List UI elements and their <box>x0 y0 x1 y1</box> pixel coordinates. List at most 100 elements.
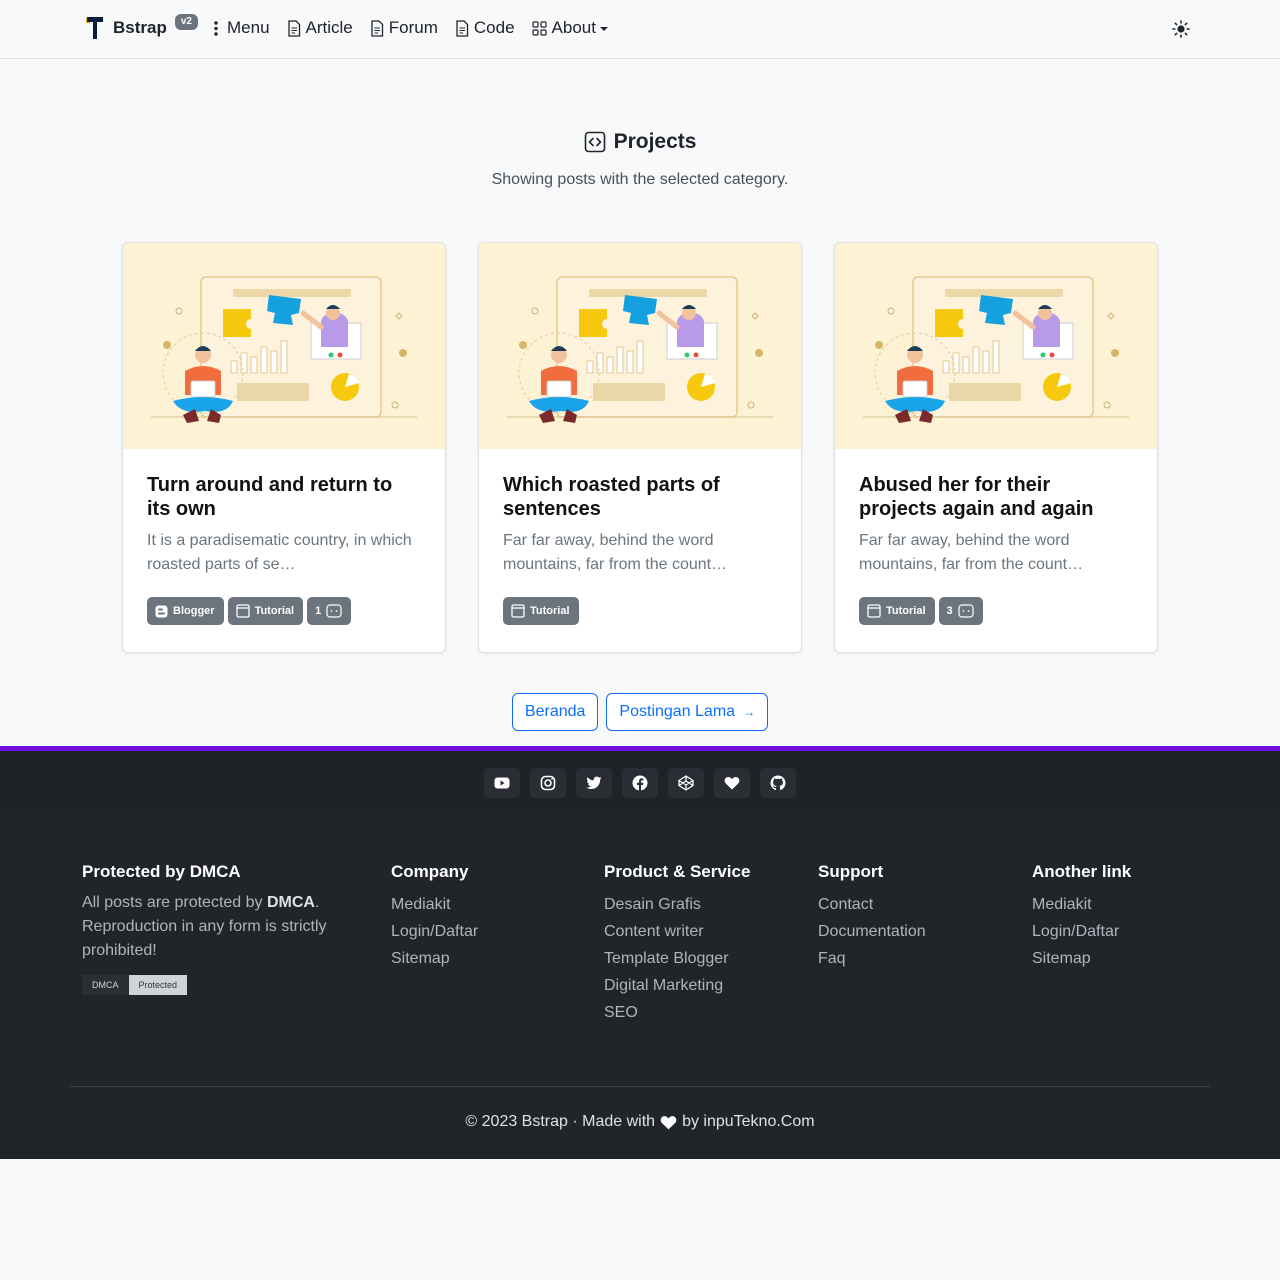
footer-link[interactable]: Mediakit <box>391 891 478 918</box>
nav-item-label: About <box>551 18 596 37</box>
footer-link[interactable]: Digital Marketing <box>604 972 750 999</box>
nav-item-article[interactable]: Article <box>287 18 353 38</box>
instagram-link[interactable] <box>530 767 566 798</box>
post-tags: Blogger Tutorial 1 <box>147 597 352 625</box>
document-icon <box>371 19 383 37</box>
social-links <box>0 751 1280 814</box>
comment-count-badge[interactable]: 1 <box>307 597 352 625</box>
window-icon <box>235 604 250 618</box>
footer-company: Company Mediakit Login/Daftar Sitemap <box>391 862 478 972</box>
dmca-badge[interactable]: DMCA Protected <box>82 975 352 995</box>
section-header: Projects Showing posts with the selected… <box>0 130 1280 189</box>
tag-label: Tutorial <box>254 605 295 617</box>
nav-item-label: Menu <box>227 18 270 37</box>
comment-count: 1 <box>315 605 322 617</box>
copyright-left: © 2023 Bstrap · Made with <box>465 1113 656 1130</box>
blogger-icon <box>155 605 168 617</box>
instagram-icon <box>540 775 556 790</box>
post-excerpt: Far far away, behind the word mountains,… <box>859 532 1084 573</box>
footer-link[interactable]: Faq <box>818 945 926 972</box>
tag-badge[interactable]: Tutorial <box>859 597 935 625</box>
page-title-text: Projects <box>613 130 697 153</box>
post-card[interactable]: Which roasted parts of sentences Far far… <box>478 242 802 653</box>
copyright: © 2023 Bstrap · Made with by inpuTekno.C… <box>0 1113 1280 1131</box>
footer-link[interactable]: Mediakit <box>1032 891 1131 918</box>
post-card[interactable]: Turn around and return to its own It is … <box>122 242 446 653</box>
footer-divider <box>70 1086 1210 1087</box>
window-icon <box>867 604 881 618</box>
post-tags: Tutorial <box>503 597 579 625</box>
footer-link[interactable]: Template Blogger <box>604 945 750 972</box>
post-illustration <box>835 243 1158 449</box>
copyright-right[interactable]: by inpuTekno.Com <box>682 1113 815 1131</box>
codepen-link[interactable] <box>668 767 704 798</box>
main-nav: Menu Article Forum Code About <box>210 18 625 38</box>
theme-toggle-button[interactable] <box>1172 20 1190 43</box>
older-posts-label: Postingan Lama <box>619 703 736 720</box>
dots-vertical-icon <box>214 21 218 36</box>
home-button-label: Beranda <box>524 703 586 720</box>
github-link[interactable] <box>760 767 796 798</box>
post-thumbnail[interactable] <box>123 243 445 449</box>
footer-heading: Product & Service <box>604 862 751 881</box>
nav-item-menu[interactable]: Menu <box>210 18 270 38</box>
footer-link[interactable]: Login/Daftar <box>391 918 478 945</box>
post-illustration <box>123 243 446 449</box>
footer-link[interactable]: Documentation <box>818 918 926 945</box>
footer-support: Support Contact Documentation Faq <box>818 862 926 972</box>
caret-down-icon <box>599 27 608 31</box>
sun-icon <box>1172 20 1190 38</box>
dmca-text: All posts are protected by DMCA. Reprodu… <box>82 891 352 963</box>
dmca-text-before: All posts are protected by <box>82 894 267 911</box>
page-subtitle: Showing posts with the selected category… <box>491 171 789 188</box>
brand[interactable]: Bstrap v2 <box>86 14 198 40</box>
footer-link[interactable]: Desain Grafis <box>604 891 750 918</box>
twitter-link[interactable] <box>576 767 612 798</box>
footer-link[interactable]: Login/Daftar <box>1032 918 1131 945</box>
tag-badge[interactable]: Blogger <box>147 597 224 625</box>
post-title[interactable]: Turn around and return to its own <box>147 473 421 521</box>
footer-link[interactable]: Sitemap <box>391 945 478 972</box>
version-badge: v2 <box>174 14 198 30</box>
tag-badge[interactable]: Tutorial <box>503 597 579 625</box>
window-icon <box>511 604 525 618</box>
older-posts-button[interactable]: Postingan Lama → <box>606 693 769 731</box>
footer-link[interactable]: SEO <box>604 999 750 1026</box>
nav-item-forum[interactable]: Forum <box>370 18 438 38</box>
footer: Protected by DMCA All posts are protecte… <box>0 814 1280 1159</box>
comment-count-badge[interactable]: 3 <box>938 597 983 625</box>
youtube-link[interactable] <box>484 767 520 798</box>
top-navbar: Bstrap v2 Menu Article Forum Code About <box>0 0 1280 59</box>
tag-badge[interactable]: Tutorial <box>227 597 304 625</box>
post-card[interactable]: Abused her for their projects again and … <box>834 242 1158 653</box>
nav-item-label: Code <box>473 18 515 37</box>
tag-label: Tutorial <box>886 605 926 617</box>
post-tags: Tutorial 3 <box>859 597 983 625</box>
footer-link[interactable]: Sitemap <box>1032 945 1131 972</box>
footer-heading: Protected by DMCA <box>82 862 241 881</box>
comment-count: 3 <box>946 605 953 617</box>
dmca-badge-left: DMCA <box>82 975 129 995</box>
dmca-text-bold[interactable]: DMCA <box>267 894 315 911</box>
facebook-icon <box>632 775 648 791</box>
post-thumbnail[interactable] <box>835 243 1157 449</box>
codepen-icon <box>678 774 694 791</box>
footer-link[interactable]: Contact <box>818 891 926 918</box>
document-icon <box>287 19 300 37</box>
post-title[interactable]: Which roasted parts of sentences <box>503 473 777 521</box>
footer-link[interactable]: Content writer <box>604 918 750 945</box>
post-thumbnail[interactable] <box>479 243 801 449</box>
post-excerpt: It is a paradisematic country, in which … <box>147 532 412 573</box>
facebook-link[interactable] <box>622 767 658 798</box>
nav-item-code[interactable]: Code <box>455 18 515 38</box>
post-excerpt: Far far away, behind the word mountains,… <box>503 532 728 573</box>
footer-heading: Support <box>818 862 884 881</box>
footer-heading: Company <box>391 862 469 881</box>
home-button[interactable]: Beranda <box>511 693 599 731</box>
post-title[interactable]: Abused her for their projects again and … <box>859 473 1133 521</box>
dmca-badge-right: Protected <box>128 975 188 995</box>
nav-item-about[interactable]: About <box>531 18 608 38</box>
comment-icon <box>326 604 342 618</box>
heart-link[interactable] <box>714 767 750 798</box>
twitter-icon <box>586 776 602 789</box>
